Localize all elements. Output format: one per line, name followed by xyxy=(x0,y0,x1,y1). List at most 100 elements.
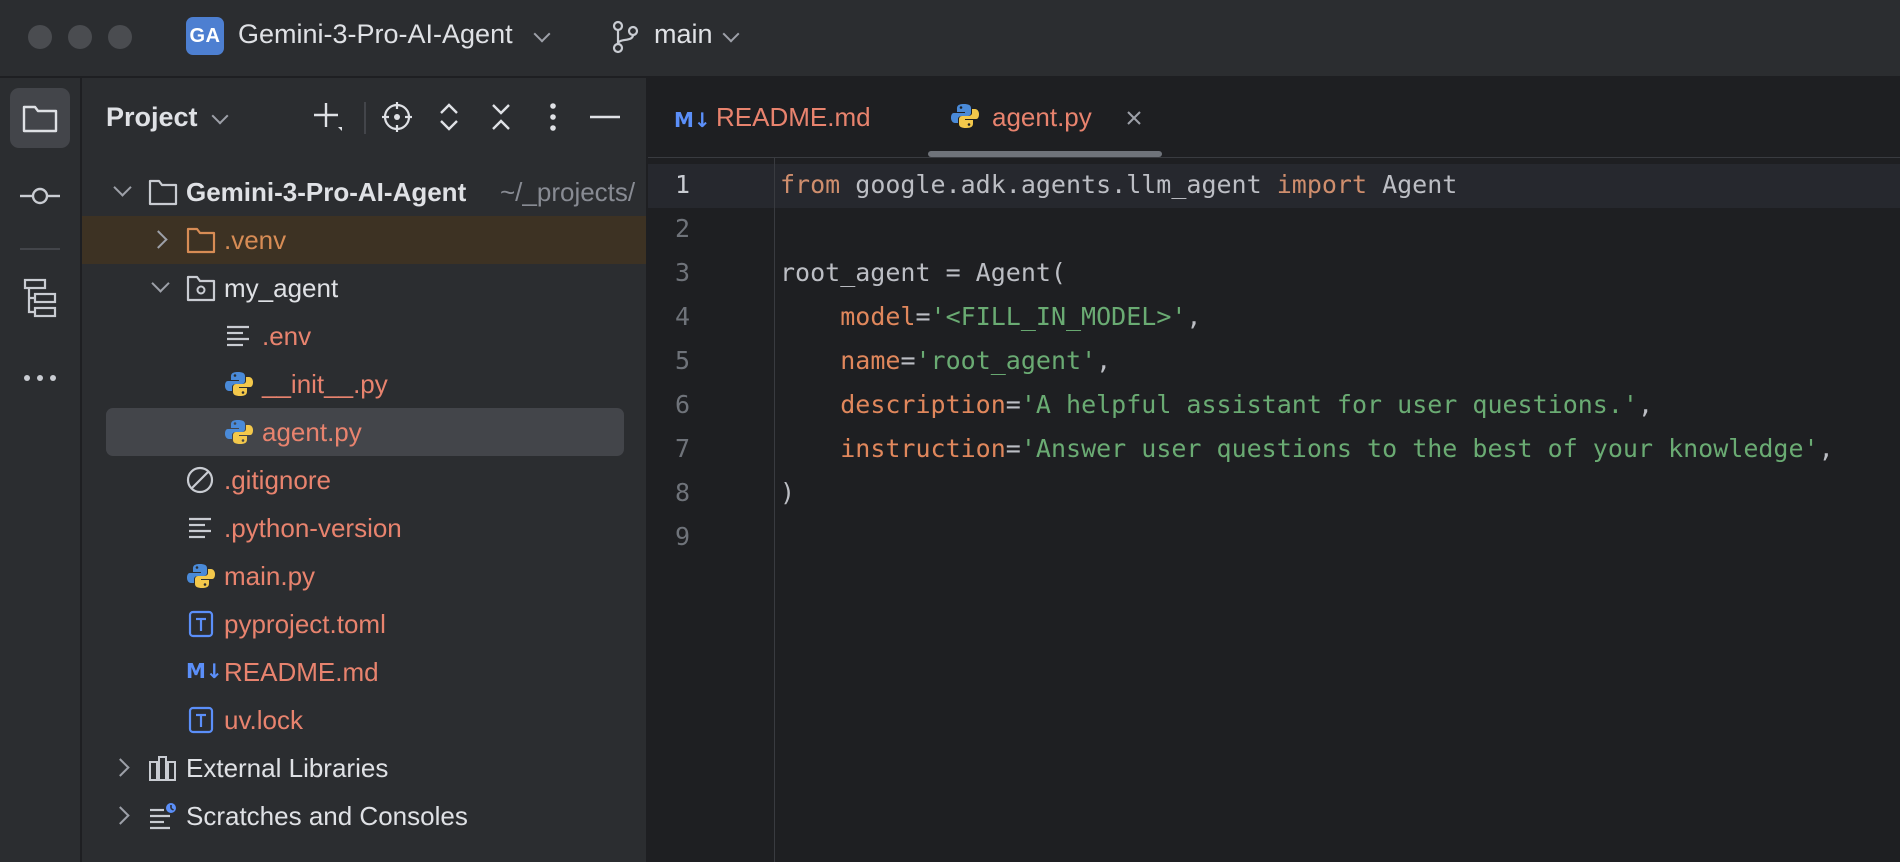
tree-item-external-libraries[interactable]: External Libraries xyxy=(82,744,646,792)
locate-file-button[interactable] xyxy=(380,100,414,134)
title-bar: GA Gemini-3-Pro-AI-Agent main xyxy=(0,0,1900,77)
options-button[interactable] xyxy=(536,100,570,134)
imported-name: Agent xyxy=(1367,170,1458,199)
project-tool-button[interactable] xyxy=(10,88,70,148)
tree-item-label: pyproject.toml xyxy=(224,609,386,639)
chevron-right-icon[interactable] xyxy=(149,230,168,249)
keyword: import xyxy=(1276,170,1368,199)
python-file-icon xyxy=(187,564,215,588)
tree-item-label: Gemini-3-Pro-AI-Agent xyxy=(186,177,467,207)
tree-item-env[interactable]: .env xyxy=(82,312,646,360)
window-zoom-button[interactable] xyxy=(108,25,132,49)
tree-item-label: .env xyxy=(262,321,312,351)
tree-item-label: main.py xyxy=(224,561,316,591)
target-icon xyxy=(382,102,412,132)
hide-panel-button[interactable] xyxy=(588,100,622,134)
markdown-file-icon: M↓ xyxy=(186,659,223,683)
plus-icon xyxy=(314,103,342,131)
panel-title[interactable]: Project xyxy=(106,102,198,133)
tree-item-pyproject-toml[interactable]: pyproject.toml xyxy=(82,600,646,648)
commit-tool-button[interactable] xyxy=(10,166,70,226)
code-line-6[interactable]: description='A helpful assistant for use… xyxy=(780,390,1653,419)
parameter-name: description xyxy=(840,390,1006,419)
line-number: 3 xyxy=(674,258,690,287)
tree-item-venv[interactable]: .venv xyxy=(82,216,646,264)
python-file-icon xyxy=(951,104,979,128)
tree-item-readme-md[interactable]: M↓ README.md xyxy=(82,648,646,696)
divider xyxy=(364,102,366,134)
close-icon[interactable] xyxy=(1126,110,1142,126)
project-panel: Project Gemini-3-Pro-AI-Agent ~/_project… xyxy=(82,78,647,862)
more-tools-button[interactable] xyxy=(10,348,70,408)
folder-icon xyxy=(186,227,216,254)
code-text: root_agent = Agent( xyxy=(780,258,1066,287)
tree-item-python-version[interactable]: .python-version xyxy=(82,504,646,552)
tree-item-my-agent[interactable]: my_agent xyxy=(82,264,646,312)
project-path: ~/_projects/ xyxy=(500,177,636,207)
new-file-button[interactable] xyxy=(311,100,345,134)
code-line-4[interactable]: model='<FILL_IN_MODEL>', xyxy=(780,302,1201,331)
line-number: 2 xyxy=(674,214,690,243)
keyword: from xyxy=(780,170,841,199)
text-file-icon xyxy=(227,325,249,347)
line-number: 8 xyxy=(674,478,690,507)
active-tab-indicator xyxy=(928,151,1162,157)
tree-item-uv-lock[interactable]: uv.lock xyxy=(82,696,646,744)
tree-item-agent-py[interactable]: agent.py xyxy=(82,408,646,456)
ignore-file-icon xyxy=(186,466,214,494)
line-number: 4 xyxy=(674,302,690,331)
tree-item-init-py[interactable]: __init__.py xyxy=(82,360,646,408)
collapse-all-icon xyxy=(492,104,510,130)
chevron-down-icon[interactable] xyxy=(211,107,229,125)
line-number: 7 xyxy=(674,434,690,463)
line-number: 5 xyxy=(674,346,690,375)
chevron-down-icon[interactable] xyxy=(113,178,132,197)
code-line-1[interactable]: from google.adk.agents.llm_agent import … xyxy=(780,170,1457,199)
parameter-name: model xyxy=(840,302,916,331)
code-line-8[interactable]: ) xyxy=(780,478,795,507)
code-line-5[interactable]: name='root_agent', xyxy=(780,346,1111,375)
toml-file-icon xyxy=(188,610,214,638)
collapse-all-button[interactable] xyxy=(484,100,518,134)
chevron-right-icon[interactable] xyxy=(111,758,130,777)
chevron-down-icon[interactable] xyxy=(151,274,170,293)
minimize-icon xyxy=(590,115,620,119)
string-literal: '<FILL_IN_MODEL>' xyxy=(930,302,1187,331)
git-branch-icon[interactable] xyxy=(610,20,640,54)
code-line-7[interactable]: instruction='Answer user questions to th… xyxy=(780,434,1833,463)
chevron-right-icon[interactable] xyxy=(111,806,130,825)
kebab-menu-icon xyxy=(550,103,556,131)
library-icon xyxy=(149,756,176,781)
tab-agent-py[interactable]: agent.py xyxy=(928,78,1162,158)
folder-icon xyxy=(22,105,58,133)
line-number: 9 xyxy=(674,522,690,551)
tab-readme-md[interactable]: M↓ README.md xyxy=(648,78,908,158)
project-badge[interactable]: GA xyxy=(186,17,224,55)
toml-file-icon xyxy=(188,706,214,734)
python-file-icon xyxy=(225,372,253,396)
chevron-down-icon[interactable] xyxy=(533,25,551,43)
commit-icon xyxy=(20,187,60,205)
window-close-button[interactable] xyxy=(28,25,52,49)
code-text: ) xyxy=(780,478,796,507)
branch-switcher[interactable]: main xyxy=(654,19,713,50)
chevron-down-icon[interactable] xyxy=(722,25,740,43)
line-number: 1 xyxy=(674,170,690,199)
tree-item-label: External Libraries xyxy=(186,753,389,783)
tree-item-label: uv.lock xyxy=(224,705,303,735)
tree-item-gitignore[interactable]: .gitignore xyxy=(82,456,646,504)
tree-item-scratches[interactable]: Scratches and Consoles xyxy=(82,792,646,840)
tree-item-root[interactable]: Gemini-3-Pro-AI-Agent ~/_projects/ xyxy=(82,168,646,216)
editor-area: M↓ README.md agent.py 1 2 3 4 5 6 7 8 9 … xyxy=(648,78,1900,862)
code-line-3[interactable]: root_agent = Agent( xyxy=(780,258,1066,287)
project-switcher[interactable]: Gemini-3-Pro-AI-Agent xyxy=(238,19,513,50)
divider xyxy=(20,248,60,250)
structure-tool-button[interactable] xyxy=(10,268,70,328)
window-minimize-button[interactable] xyxy=(68,25,92,49)
parameter-name: name xyxy=(840,346,901,375)
tree-item-label: agent.py xyxy=(262,417,362,447)
tree-item-main-py[interactable]: main.py xyxy=(82,552,646,600)
expand-all-button[interactable] xyxy=(432,100,466,134)
tree-item-label: README.md xyxy=(224,657,379,687)
tree-item-label: __init__.py xyxy=(262,369,388,399)
